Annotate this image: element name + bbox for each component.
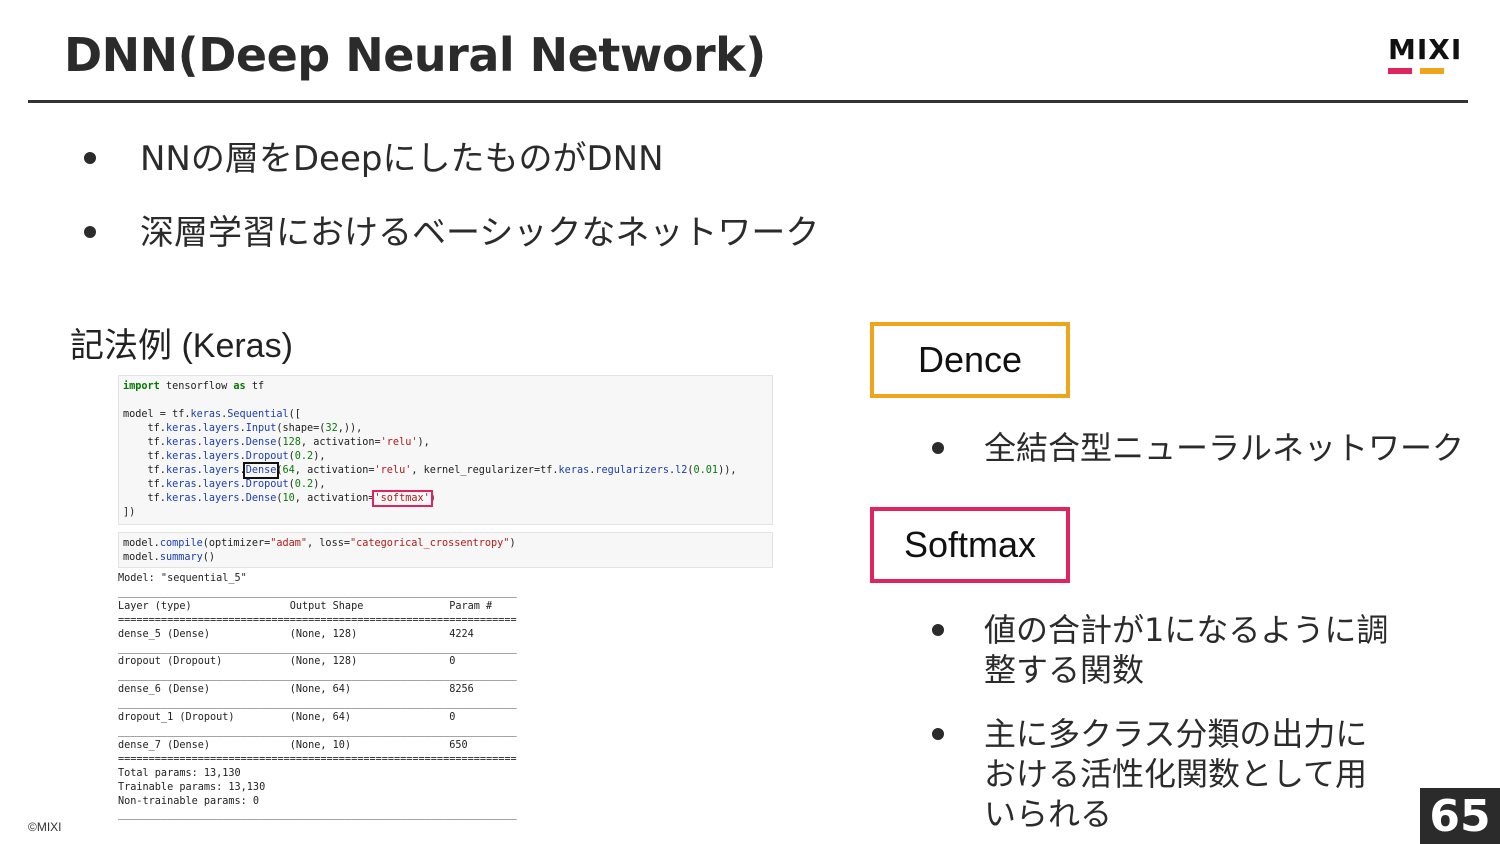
summary-line: dense_5 (Dense) (None, 128) 4224: [118, 628, 474, 640]
summary-line: ________________________________________…: [118, 725, 517, 737]
bullet-item: NNの層をDeepにしたものがDNN: [84, 140, 819, 178]
model-summary-output: Model: "sequential_5" ___________________…: [118, 572, 518, 822]
copyright: ©MIXI: [28, 820, 62, 834]
summary-line: ========================================…: [118, 614, 517, 626]
summary-line: Layer (type) Output Shape Param #: [118, 600, 493, 612]
bullet-text: 深層学習におけるベーシックなネットワーク: [140, 213, 820, 253]
softmax-bullet: 値の合計が1になるように調整する関数: [932, 610, 1392, 690]
code-line: ]): [123, 507, 136, 518]
slide-title: DNN(Deep Neural Network): [64, 28, 766, 82]
summary-line: ========================================…: [118, 753, 517, 765]
code-line: model.compile(optimizer="adam", loss="ca…: [123, 538, 516, 549]
summary-line: dense_7 (Dense) (None, 10) 650: [118, 739, 468, 751]
bullet-dot-icon: [932, 624, 944, 636]
dence-bullet-text: 全結合型ニューラルネットワーク: [984, 429, 1465, 467]
summary-line: ________________________________________…: [118, 642, 517, 654]
main-bullet-list: NNの層をDeepにしたものがDNN 深層学習におけるベーシックなネットワーク: [84, 140, 819, 288]
code-line: tf.keras.layers.Dense(10, activation='so…: [123, 490, 436, 507]
code-cell-compile: model.compile(optimizer="adam", loss="ca…: [118, 532, 773, 568]
page-number: 65: [1420, 788, 1500, 844]
code-cell-model-definition: import tensorflow as tf model = tf.keras…: [118, 375, 773, 525]
bullet-dot-icon: [84, 226, 96, 238]
code-line: model.summary(): [123, 552, 216, 563]
bullet-dot-icon: [932, 442, 944, 454]
softmax-bullet-text: 主に多クラス分類の出力における活性化関数として用いられる: [984, 715, 1368, 833]
summary-line: ________________________________________…: [118, 698, 517, 710]
bullet-dot-icon: [84, 152, 96, 164]
summary-line: ________________________________________…: [118, 670, 517, 682]
softmax-highlight-box: 'softmax': [371, 490, 433, 507]
summary-line: Model: "sequential_5": [118, 573, 247, 584]
softmax-bullet-text: 値の合計が1になるように調整する関数: [984, 611, 1389, 689]
summary-line: Total params: 13,130: [118, 767, 241, 779]
code-line: tf.keras.layers.Dense(64, activation='re…: [123, 462, 737, 479]
code-line: tf.keras.layers.Dropout(0.2),: [123, 451, 326, 462]
softmax-bullet: 主に多クラス分類の出力における活性化関数として用いられる: [932, 714, 1392, 834]
logo-bar-orange: [1420, 68, 1444, 74]
softmax-callout-box: Softmax: [870, 507, 1070, 583]
bullet-text: NNの層をDeepにしたものがDNN: [140, 139, 664, 179]
code-line: import tensorflow as tf: [123, 381, 265, 392]
logo-text: MIXI: [1388, 33, 1463, 66]
summary-line: dense_6 (Dense) (None, 64) 8256: [118, 684, 474, 696]
dence-bullet: 全結合型ニューラルネットワーク: [932, 428, 1492, 468]
summary-line: Trainable params: 13,130: [118, 781, 266, 793]
bullet-item: 深層学習におけるベーシックなネットワーク: [84, 214, 819, 252]
bullet-dot-icon: [932, 728, 944, 740]
logo-bar-pink: [1388, 68, 1412, 74]
code-line: model = tf.keras.Sequential([: [123, 409, 301, 420]
summary-line: ________________________________________…: [118, 586, 517, 598]
code-line: tf.keras.layers.Dense(128, activation='r…: [123, 437, 430, 448]
dence-callout-box: Dence: [870, 322, 1070, 398]
logo-bars: [1388, 68, 1470, 74]
code-line: tf.keras.layers.Dropout(0.2),: [123, 479, 326, 490]
code-line: tf.keras.layers.Input(shape=(32,)),: [123, 423, 363, 434]
summary-line: Non-trainable params: 0: [118, 795, 260, 807]
summary-line: dropout (Dropout) (None, 128) 0: [118, 656, 456, 668]
summary-line: dropout_1 (Dropout) (None, 64) 0: [118, 712, 456, 724]
title-divider: [28, 100, 1468, 103]
mixi-logo: MIXI: [1388, 36, 1470, 80]
dense-highlight-box: Dense: [242, 462, 280, 479]
example-label: 記法例 (Keras): [70, 327, 293, 365]
summary-line: ________________________________________…: [118, 809, 517, 821]
